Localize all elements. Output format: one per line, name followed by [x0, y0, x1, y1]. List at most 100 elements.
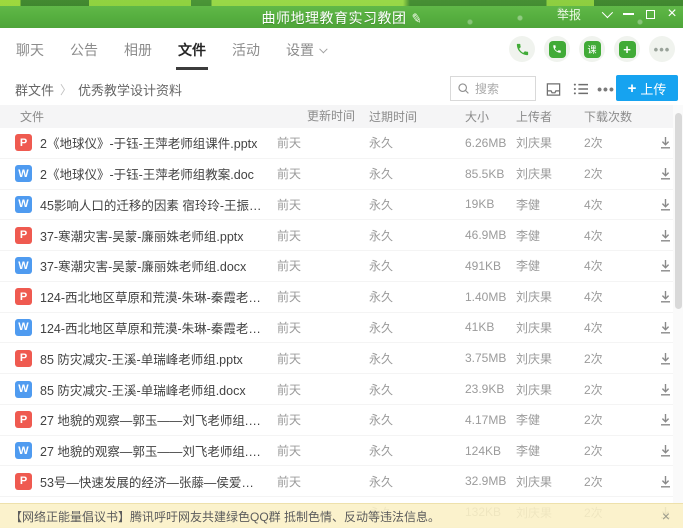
download-icon[interactable]: [659, 475, 672, 488]
minimize-button[interactable]: [617, 0, 639, 28]
table-row[interactable]: P 2《地球仪》-于钰-王萍老师组课件.pptx 前天 永久 6.26MB 刘庆…: [0, 128, 683, 159]
table-row[interactable]: W 27 地貌的观察—郭玉——刘飞老师组.docx 前天 永久 124KB 李健…: [0, 436, 683, 467]
file-size: 23.9KB: [451, 382, 513, 396]
download-icon[interactable]: [659, 321, 672, 334]
tab-chat[interactable]: 聊天: [15, 28, 45, 72]
download-icon[interactable]: [659, 413, 672, 426]
file-updated: 前天: [269, 442, 359, 459]
maximize-button[interactable]: [639, 0, 661, 28]
download-icon[interactable]: [659, 229, 672, 242]
file-size: 3.75MB: [451, 351, 513, 365]
notice-banner: 【网络正能量倡议书】腾讯呼吁网友共建绿色QQ群 抵制色情、反动等违法信息。 ×: [0, 503, 683, 528]
file-uploader: 刘庆果: [513, 319, 577, 336]
file-name[interactable]: 53号—快速发展的经济—张藤—侯爱玲老师组....: [40, 472, 269, 491]
file-type-icon: W: [15, 381, 32, 398]
banner-close-button[interactable]: ×: [655, 505, 677, 527]
file-downloads: 4次: [577, 196, 647, 213]
list-view-button[interactable]: [569, 77, 593, 101]
file-updated: 前天: [269, 381, 359, 398]
more-button[interactable]: •••: [649, 36, 675, 62]
file-uploader: 刘庆果: [513, 165, 577, 182]
file-name[interactable]: 45影响人口的迁移的因素 宿玲玲-王振海.docx: [40, 195, 269, 214]
file-downloads: 4次: [577, 288, 647, 305]
file-size: 46.9MB: [451, 228, 513, 242]
download-icon[interactable]: [659, 352, 672, 365]
file-type-icon: W: [15, 257, 32, 274]
file-type-icon: P: [15, 350, 32, 367]
edit-title-icon[interactable]: ✎: [409, 10, 423, 28]
file-name[interactable]: 27 地貌的观察—郭玉——刘飞老师组.pptx: [40, 410, 269, 429]
table-row[interactable]: W 37-寒潮灾害-吴蒙-廉丽姝老师组.docx 前天 永久 491KB 李健 …: [0, 251, 683, 282]
file-name[interactable]: 124-西北地区草原和荒漠-朱琳-秦霞老师组.pptx: [40, 287, 269, 306]
scrollbar[interactable]: [673, 105, 683, 528]
file-updated: 前天: [269, 319, 359, 336]
table-row[interactable]: P 27 地貌的观察—郭玉——刘飞老师组.pptx 前天 永久 4.17MB 李…: [0, 405, 683, 436]
upload-label: 上传: [640, 79, 666, 98]
qq-group-window: 曲师地理教育实习教团✎ 举报 × 聊天 公告 相册 文件 活动 设置: [0, 0, 683, 528]
file-downloads: 2次: [577, 411, 647, 428]
scrollbar-thumb[interactable]: [675, 113, 682, 309]
file-name[interactable]: 85 防灾减灾-王溪-单瑞峰老师组.pptx: [40, 349, 249, 368]
more-dots-icon: •••: [654, 42, 671, 57]
download-manager-button[interactable]: [541, 77, 565, 101]
header-file: 文件: [0, 108, 269, 125]
ellipsis-icon: •••: [597, 81, 615, 97]
tab-announcement[interactable]: 公告: [69, 28, 99, 72]
tab-activity[interactable]: 活动: [231, 28, 261, 72]
file-name[interactable]: 37-寒潮灾害-吴蒙-廉丽姝老师组.pptx: [40, 226, 250, 245]
report-button[interactable]: 举报: [557, 6, 581, 23]
file-uploader: 刘庆果: [513, 134, 577, 151]
file-type-icon: W: [15, 319, 32, 336]
table-row[interactable]: W 45影响人口的迁移的因素 宿玲玲-王振海.docx 前天 永久 19KB 李…: [0, 190, 683, 221]
file-downloads: 4次: [577, 319, 647, 336]
close-button[interactable]: ×: [661, 0, 683, 28]
download-icon[interactable]: [659, 136, 672, 149]
download-icon[interactable]: [659, 290, 672, 303]
file-type-icon: P: [15, 288, 32, 305]
chevron-down-icon: [602, 7, 613, 18]
table-row[interactable]: P 37-寒潮灾害-吴蒙-廉丽姝老师组.pptx 前天 永久 46.9MB 李健…: [0, 220, 683, 251]
share-post-button[interactable]: +: [614, 36, 640, 62]
file-name[interactable]: 2《地球仪》-于钰-王萍老师组教案.doc: [40, 164, 260, 183]
file-name[interactable]: 27 地貌的观察—郭玉——刘飞老师组.docx: [40, 441, 269, 460]
class-button[interactable]: 课: [579, 36, 605, 62]
search-box[interactable]: [450, 76, 536, 101]
table-row[interactable]: P 124-西北地区草原和荒漠-朱琳-秦霞老师组.pptx 前天 永久 1.40…: [0, 282, 683, 313]
file-size: 85.5KB: [451, 167, 513, 181]
file-name[interactable]: 124-西北地区草原和荒漠-朱琳-秦霞老师组.docx: [40, 318, 269, 337]
tab-settings[interactable]: 设置: [285, 28, 326, 72]
toolbar-more-button[interactable]: •••: [594, 77, 618, 101]
download-icon[interactable]: [659, 444, 672, 457]
file-name[interactable]: 85 防灾减灾-王溪-单瑞峰老师组.docx: [40, 380, 252, 399]
upload-button[interactable]: + 上传: [616, 75, 678, 101]
table-row[interactable]: P 53号—快速发展的经济—张藤—侯爱玲老师组.... 前天 永久 32.9MB…: [0, 466, 683, 497]
breadcrumb-separator: 〉: [60, 81, 72, 98]
file-uploader: 李健: [513, 196, 577, 213]
breadcrumb-root[interactable]: 群文件: [15, 80, 54, 99]
file-uploader: 刘庆果: [513, 350, 577, 367]
file-updated: 前天: [269, 134, 359, 151]
search-input[interactable]: [475, 82, 531, 96]
table-row[interactable]: W 85 防灾减灾-王溪-单瑞峰老师组.docx 前天 永久 23.9KB 刘庆…: [0, 374, 683, 405]
tab-files[interactable]: 文件: [177, 28, 207, 72]
file-expires: 永久: [359, 350, 451, 367]
file-name[interactable]: 37-寒潮灾害-吴蒙-廉丽姝老师组.docx: [40, 256, 252, 275]
download-icon[interactable]: [659, 383, 672, 396]
file-name[interactable]: 2《地球仪》-于钰-王萍老师组课件.pptx: [40, 133, 263, 152]
file-toolbar: 群文件 〉 优秀教学设计资料 ••• + 上传: [0, 72, 683, 105]
download-icon[interactable]: [659, 259, 672, 272]
tab-album[interactable]: 相册: [123, 28, 153, 72]
collapse-button[interactable]: [595, 0, 617, 28]
download-icon[interactable]: [659, 198, 672, 211]
file-type-icon: P: [15, 473, 32, 490]
file-downloads: 2次: [577, 381, 647, 398]
table-row[interactable]: P 85 防灾减灾-王溪-单瑞峰老师组.pptx 前天 永久 3.75MB 刘庆…: [0, 343, 683, 374]
download-icon[interactable]: [659, 167, 672, 180]
table-row[interactable]: W 2《地球仪》-于钰-王萍老师组教案.doc 前天 永久 85.5KB 刘庆果…: [0, 159, 683, 190]
voice-call-button[interactable]: [509, 36, 535, 62]
table-header: 文件 更新时间 过期时间 大小 上传者 下载次数: [0, 105, 683, 128]
table-row[interactable]: W 124-西北地区草原和荒漠-朱琳-秦霞老师组.docx 前天 永久 41KB…: [0, 313, 683, 344]
close-icon: ×: [667, 6, 676, 22]
file-expires: 永久: [359, 165, 451, 182]
video-call-button[interactable]: [544, 36, 570, 62]
